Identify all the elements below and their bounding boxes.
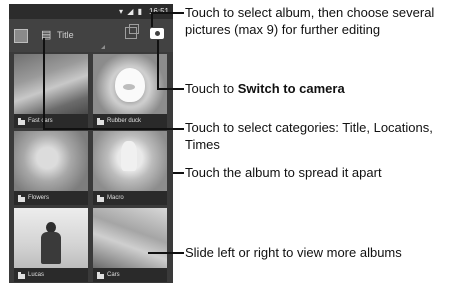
person-shape [40, 222, 62, 264]
action-bar: ▤ Title [9, 19, 173, 52]
callout-line-spread [173, 172, 184, 174]
album-tile-flowers[interactable]: Flowers [14, 131, 88, 205]
callout-switch-camera-prefix: Touch to [185, 81, 238, 96]
folder-icon [97, 195, 104, 202]
album-tile-fast-cars[interactable]: Fast cars [14, 54, 88, 128]
album-label: Cars [93, 268, 167, 282]
callout-categories-line2: Times [185, 137, 220, 152]
album-select-icon[interactable] [14, 29, 28, 43]
folder-icon [18, 118, 25, 125]
callout-line-categories-drop [43, 38, 45, 129]
album-label: Macro [93, 191, 167, 205]
album-tile-cars[interactable]: Cars [93, 208, 167, 282]
folder-icon [18, 272, 25, 279]
category-title-dropdown[interactable]: Title [57, 30, 74, 40]
figure-shape [121, 141, 137, 171]
callout-line-categories [43, 128, 184, 130]
callout-line-slide [148, 252, 184, 254]
album-label: Lucas [14, 268, 88, 282]
callout-line-camera-drop [157, 40, 159, 89]
album-thumbnail [14, 131, 88, 191]
album-thumbnail [93, 131, 167, 191]
album-label: Rubber duck [93, 114, 167, 128]
callout-categories: Touch to select categories: Title, Locat… [185, 119, 433, 153]
callout-spread-album: Touch the album to spread it apart [185, 165, 382, 180]
folder-icon [97, 272, 104, 279]
callout-album-select: Touch to select album, then choose sever… [185, 4, 434, 38]
dropdown-indicator-icon [101, 45, 105, 49]
callout-line-album-select [151, 12, 184, 14]
callout-line-album-select-drop [151, 12, 153, 27]
callout-switch-camera: Touch to Switch to camera [185, 80, 345, 97]
duck-beak-shape [123, 84, 135, 90]
phone-screen: ▾ ◢ ▮ 16:51 ▤ Title Fast cars Rubber duc… [9, 4, 173, 283]
callout-switch-camera-bold: Switch to camera [237, 81, 345, 96]
status-bar: ▾ ◢ ▮ 16:51 [9, 4, 173, 19]
album-thumbnail [93, 54, 167, 114]
folder-icon [97, 118, 104, 125]
callout-categories-line1: Touch to select categories: Title, Locat… [185, 120, 433, 135]
folder-icon [18, 195, 25, 202]
album-thumbnail [14, 54, 88, 114]
album-thumbnail [14, 208, 88, 268]
callout-line-camera [157, 88, 184, 90]
callout-album-select-line2: pictures (max 9) for further editing [185, 22, 381, 37]
album-tile-rubber-duck[interactable]: Rubber duck [93, 54, 167, 128]
status-icons: ▾ ◢ ▮ [118, 7, 143, 16]
album-tile-lucas[interactable]: Lucas [14, 208, 88, 282]
person-body [41, 232, 61, 264]
album-label: Fast cars [14, 114, 88, 128]
album-label: Flowers [14, 191, 88, 205]
album-thumbnail [93, 208, 167, 268]
camera-icon[interactable] [150, 28, 164, 39]
callout-slide-albums: Slide left or right to view more albums [185, 245, 402, 260]
callout-album-select-line1: Touch to select album, then choose sever… [185, 5, 435, 20]
album-tile-macro[interactable]: Macro [93, 131, 167, 205]
multi-select-icon[interactable] [125, 24, 139, 39]
